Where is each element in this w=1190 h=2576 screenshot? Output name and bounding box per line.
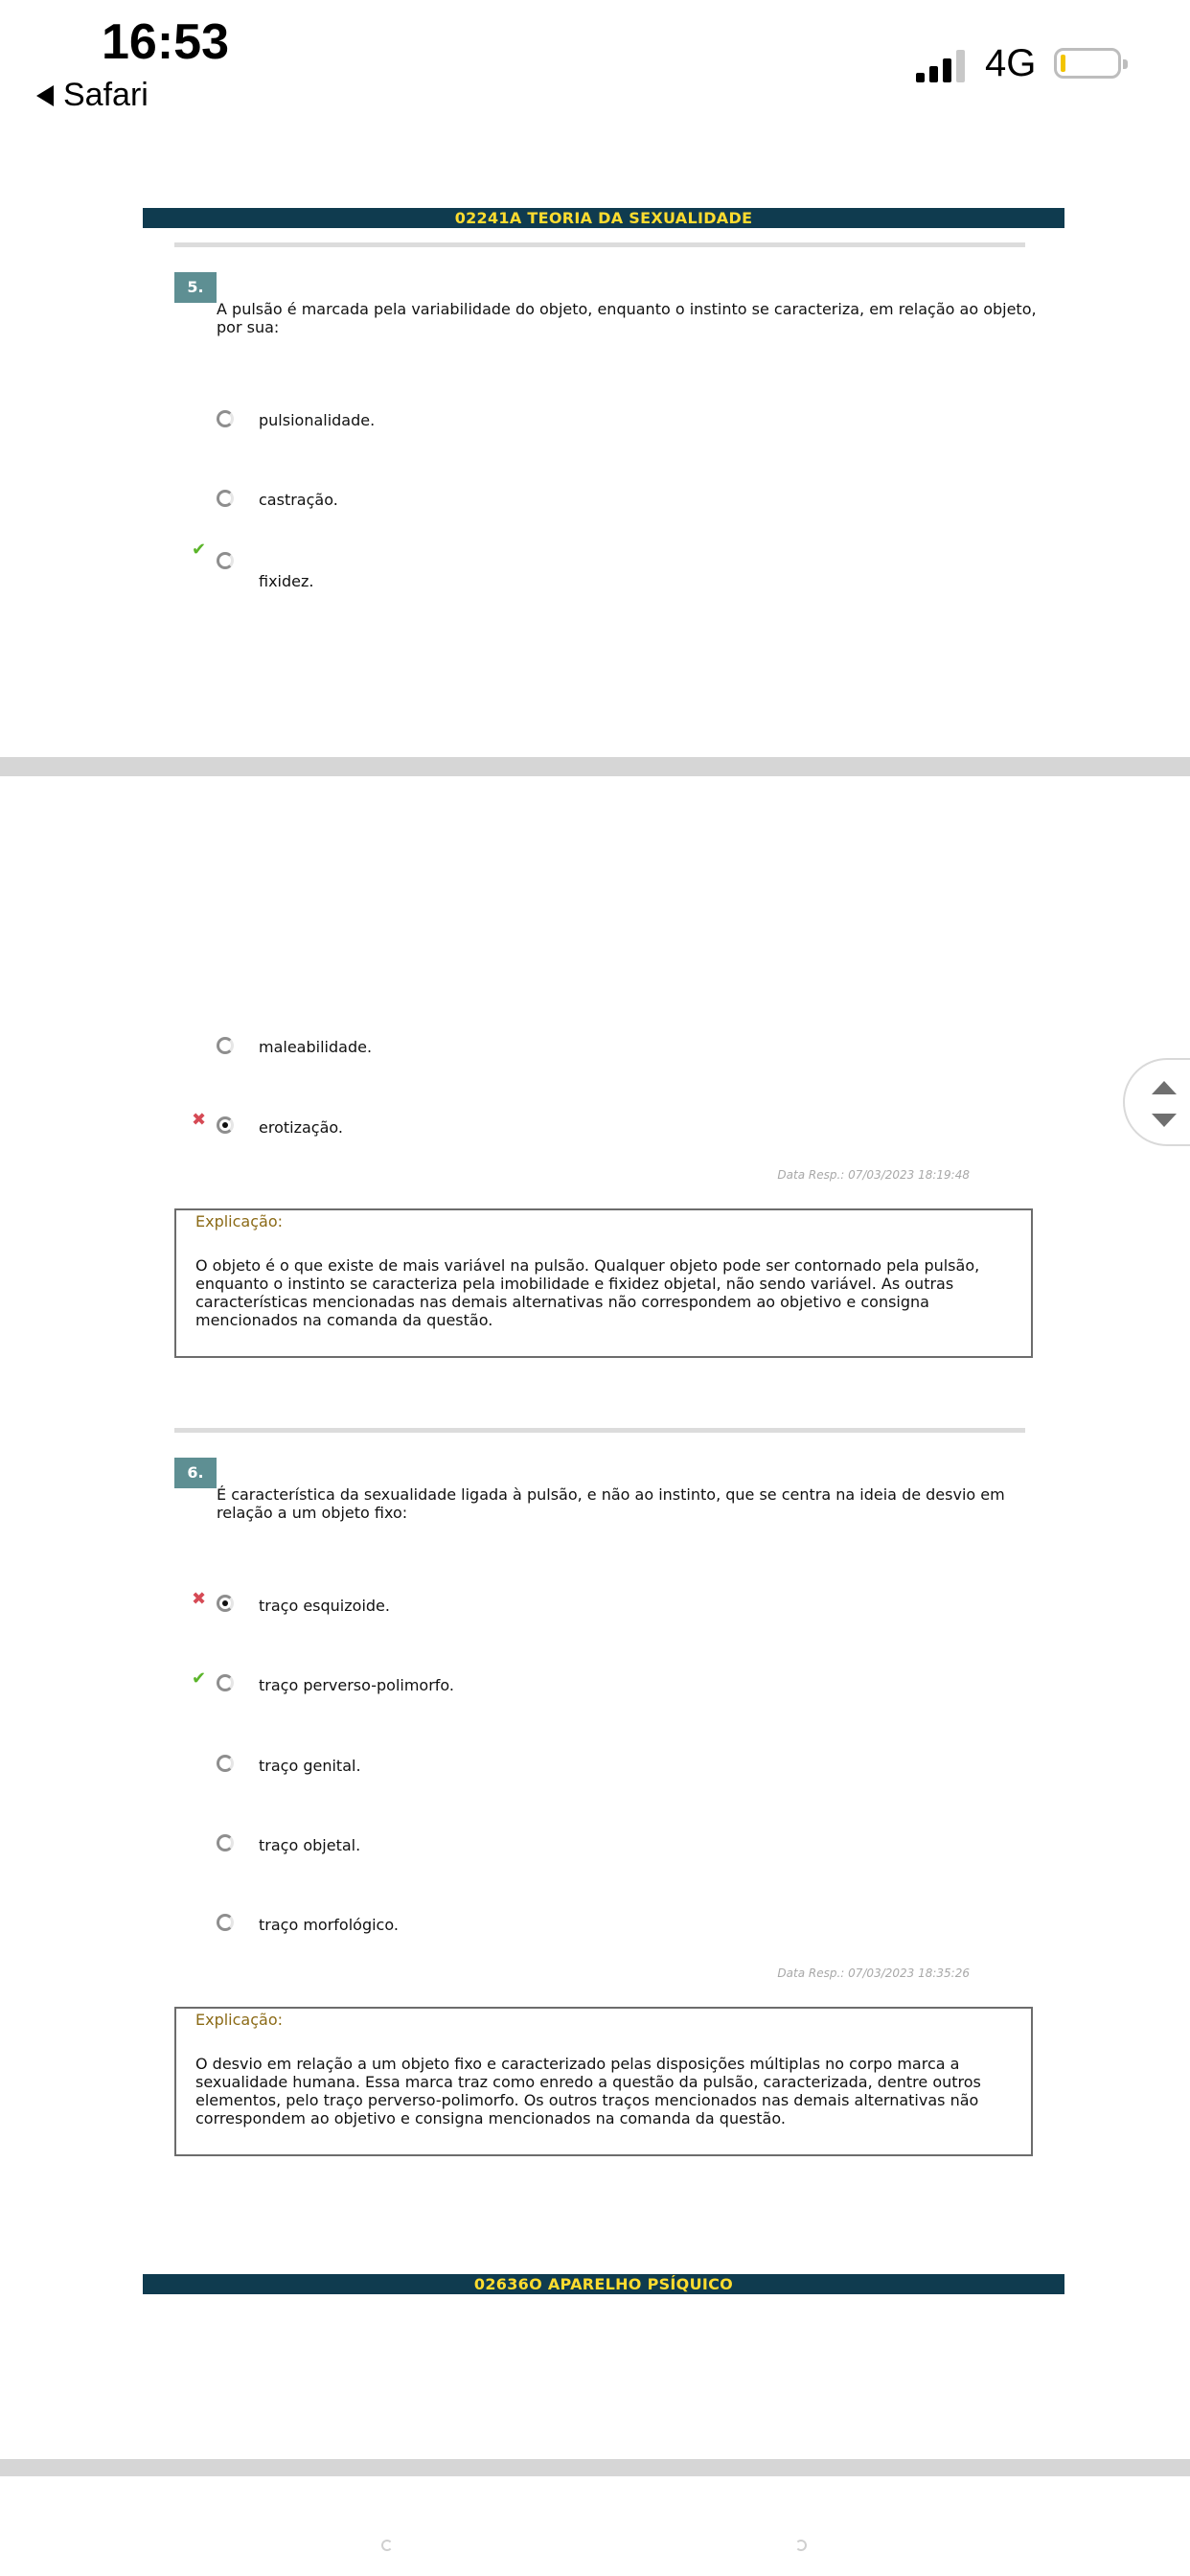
option-label: pulsionalidade. — [259, 411, 376, 429]
next-course-banner: 02636O APARELHO PSÍQUICO — [143, 2274, 1064, 2294]
scroll-down-icon[interactable] — [1152, 1114, 1177, 1127]
scroll-up-icon[interactable] — [1152, 1081, 1177, 1094]
option-label: castração. — [259, 491, 338, 509]
x-mark-icon: ✖ — [192, 1589, 207, 1609]
option-radio[interactable] — [217, 1834, 234, 1852]
option-radio[interactable] — [217, 1755, 234, 1772]
back-arrow-icon — [36, 84, 54, 106]
option-label: traço objetal. — [259, 1836, 361, 1854]
question-text: A pulsão é marcada pela variabilidade do… — [217, 300, 1037, 336]
check-mark-icon: ✔ — [192, 1668, 207, 1689]
option-radio-selected[interactable] — [217, 1116, 234, 1134]
explanation-title: Explicação: — [195, 2011, 284, 2029]
explanation-box: Explicação: O objeto é o que existe de m… — [174, 1208, 1033, 1358]
explanation-text: O objeto é o que existe de mais variável… — [195, 1256, 980, 1329]
back-label: Safari — [63, 77, 149, 113]
explanation-box: Explicação: O desvio em relação a um obj… — [174, 2007, 1033, 2156]
question-text: É característica da sexualidade ligada à… — [217, 1485, 1005, 1522]
page-break — [0, 2459, 1190, 2476]
divider — [174, 242, 1025, 247]
battery-icon — [1054, 48, 1128, 79]
divider — [174, 1428, 1025, 1433]
answer-date: Data Resp.: 07/03/2023 18:35:26 — [777, 1966, 970, 1980]
explanation-title: Explicação: — [195, 1212, 284, 1230]
page-scroller[interactable] — [1123, 1058, 1190, 1146]
option-label: traço genital. — [259, 1757, 361, 1775]
cellular-signal-icon — [916, 48, 965, 82]
option-radio-selected[interactable] — [217, 1595, 234, 1612]
loading-spinner-icon — [381, 2540, 393, 2551]
x-mark-icon: ✖ — [192, 1110, 207, 1130]
back-to-safari-button[interactable]: Safari — [36, 77, 149, 114]
page-break — [0, 757, 1190, 776]
option-radio[interactable] — [217, 1914, 234, 1931]
status-time: 16:53 — [102, 14, 229, 70]
check-mark-icon: ✔ — [192, 540, 207, 560]
answer-date: Data Resp.: 07/03/2023 18:19:48 — [777, 1168, 970, 1182]
option-label: traço perverso-polimorfo. — [259, 1676, 455, 1694]
option-label: maleabilidade. — [259, 1038, 373, 1056]
question-number: 5. — [174, 272, 217, 303]
option-radio[interactable] — [217, 1674, 234, 1691]
option-label: erotização. — [259, 1118, 343, 1137]
option-radio[interactable] — [217, 1037, 234, 1054]
option-label: fixidez. — [259, 572, 314, 590]
loading-spinner-icon — [795, 2540, 807, 2551]
explanation-text: O desvio em relação a um objeto fixo e c… — [195, 2055, 981, 2128]
option-radio[interactable] — [217, 490, 234, 507]
option-radio[interactable] — [217, 410, 234, 427]
network-type: 4G — [985, 42, 1037, 84]
course-banner: 02241A TEORIA DA SEXUALIDADE — [143, 208, 1064, 228]
option-radio[interactable] — [217, 552, 234, 569]
option-label: traço esquizoide. — [259, 1597, 390, 1615]
option-label: traço morfológico. — [259, 1916, 399, 1934]
question-number: 6. — [174, 1458, 217, 1488]
